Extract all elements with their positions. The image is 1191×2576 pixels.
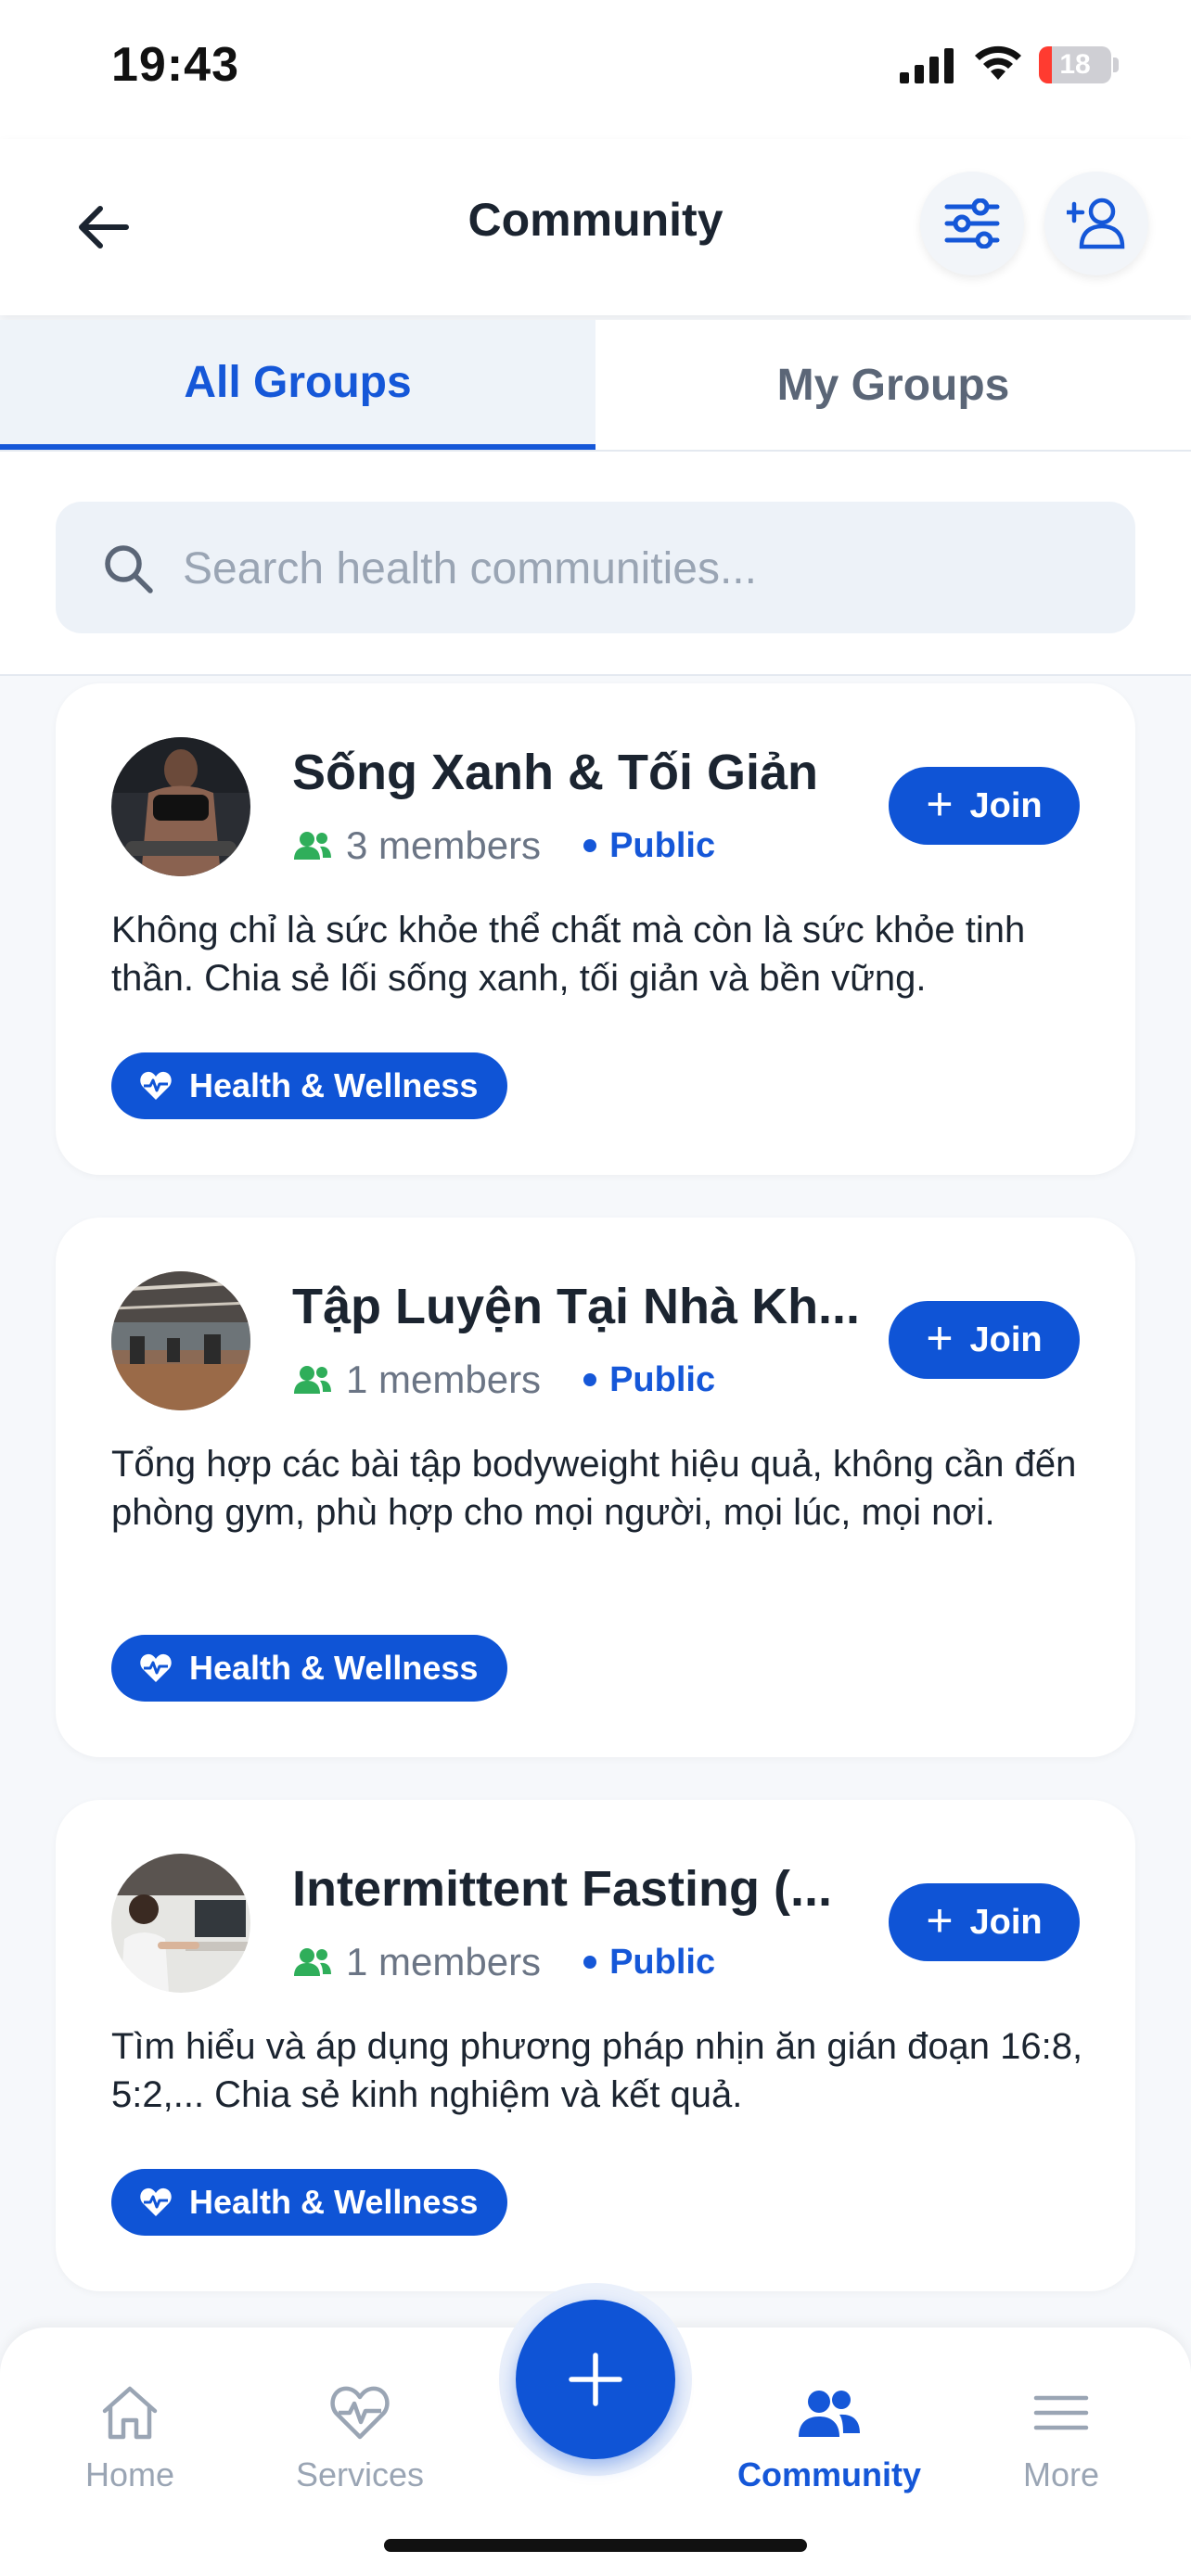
members-icon	[294, 832, 331, 860]
visibility-badge: Public	[609, 1942, 716, 1982]
home-icon	[102, 2386, 158, 2440]
plus-icon	[569, 2353, 622, 2406]
plus-icon: +	[926, 1312, 954, 1364]
nav-label: More	[1022, 2455, 1100, 2493]
group-meta: 3 members Public	[292, 823, 715, 869]
menu-icon	[1033, 2395, 1089, 2430]
group-card[interactable]: Sống Xanh & Tối Giản 3 members Public + …	[56, 683, 1135, 1175]
public-dot	[583, 1373, 597, 1386]
members-icon	[294, 1948, 331, 1976]
people-icon	[799, 2391, 860, 2437]
nav-label: Home	[84, 2455, 175, 2493]
join-label: Join	[969, 785, 1043, 825]
join-label: Join	[969, 1902, 1043, 1942]
public-dot	[583, 839, 597, 852]
nav-label: Services	[295, 2455, 425, 2493]
join-button[interactable]: + Join	[889, 1301, 1080, 1379]
add-member-button[interactable]	[1044, 172, 1148, 275]
create-group-button[interactable]	[516, 2300, 675, 2459]
group-description: Tìm hiểu và áp dụng phương pháp nhịn ăn …	[111, 2026, 1083, 2115]
filter-button[interactable]	[920, 172, 1024, 275]
members-icon	[294, 1366, 331, 1394]
search-icon	[105, 545, 153, 593]
battery-icon: 18	[1039, 46, 1111, 83]
join-button[interactable]: + Join	[889, 767, 1080, 845]
member-count: 3 members	[346, 823, 542, 867]
home-indicator	[384, 2539, 807, 2552]
signal-icon	[900, 48, 954, 83]
status-bar: 19:43 18	[0, 0, 1191, 139]
category-label: Health & Wellness	[189, 1066, 479, 1104]
group-meta: 1 members Public	[292, 1939, 715, 1985]
group-avatar	[111, 1854, 250, 1993]
heart-pulse-icon	[140, 2187, 172, 2216]
plus-icon: +	[926, 1894, 954, 1946]
group-name[interactable]: Intermittent Fasting (...	[292, 1860, 867, 1918]
group-description: Không chỉ là sức khỏe thể chất mà còn là…	[111, 910, 1026, 999]
search-input[interactable]	[181, 502, 1094, 635]
heart-pulse-icon	[330, 2386, 390, 2440]
member-count: 1 members	[346, 1940, 542, 1983]
category-label: Health & Wellness	[189, 2183, 479, 2221]
battery-cap	[1113, 57, 1119, 72]
category-tag[interactable]: Health & Wellness	[111, 2169, 508, 2236]
battery-level: 18	[1059, 49, 1091, 80]
nav-label: Community	[737, 2455, 921, 2493]
search-section	[0, 452, 1191, 676]
category-tag[interactable]: Health & Wellness	[111, 1635, 508, 1702]
join-button[interactable]: + Join	[889, 1883, 1080, 1961]
group-description: Tổng hợp các bài tập bodyweight hiệu quả…	[111, 1444, 1077, 1533]
group-card[interactable]: Tập Luyện Tại Nhà Kh... 1 members Public…	[56, 1218, 1135, 1757]
tab-my-groups[interactable]: My Groups	[596, 320, 1191, 450]
search-box	[56, 502, 1135, 635]
tab-bar: All Groups My Groups	[0, 320, 1191, 452]
join-label: Join	[969, 1320, 1043, 1359]
category-label: Health & Wellness	[189, 1649, 479, 1687]
status-time: 19:43	[111, 38, 239, 92]
nav-services[interactable]: Services	[276, 2383, 443, 2494]
nav-more[interactable]: More	[978, 2383, 1145, 2494]
user-plus-icon	[1067, 198, 1125, 249]
category-tag[interactable]: Health & Wellness	[111, 1052, 508, 1119]
visibility-badge: Public	[609, 825, 716, 865]
public-dot	[583, 1956, 597, 1969]
group-name[interactable]: Sống Xanh & Tối Giản	[292, 744, 867, 801]
sliders-icon	[944, 198, 1000, 249]
visibility-badge: Public	[609, 1359, 716, 1399]
tab-all-groups[interactable]: All Groups	[0, 320, 596, 450]
group-card[interactable]: Intermittent Fasting (... 1 members Publ…	[56, 1800, 1135, 2291]
wifi-icon	[975, 45, 1021, 80]
member-count: 1 members	[346, 1358, 542, 1401]
group-avatar	[111, 737, 250, 876]
group-avatar	[111, 1271, 250, 1410]
header: Community	[0, 139, 1191, 315]
heart-pulse-icon	[140, 1071, 172, 1100]
plus-icon: +	[926, 778, 954, 830]
nav-community[interactable]: Community	[737, 2383, 921, 2494]
group-meta: 1 members Public	[292, 1357, 715, 1403]
nav-home[interactable]: Home	[46, 2383, 213, 2494]
group-name[interactable]: Tập Luyện Tại Nhà Kh...	[292, 1278, 867, 1335]
heart-pulse-icon	[140, 1653, 172, 1682]
